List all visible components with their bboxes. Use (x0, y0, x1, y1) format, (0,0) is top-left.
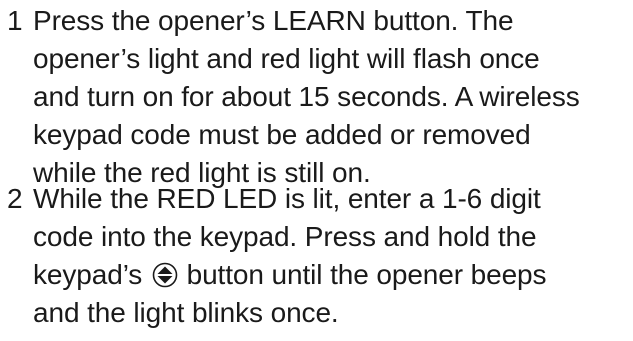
step-2: 2 While the RED LED is lit, enter a 1-6 … (0, 180, 633, 332)
step-text-segment: button until the opener beeps (186, 259, 547, 290)
step-text-segment: keypad’s (33, 259, 143, 290)
step-text-line: opener’s light and red light will flash … (33, 43, 540, 74)
step-text-line-with-icon: keypad’s button until the opener beeps (0, 256, 633, 294)
step-text-line: and the light blinks once. (33, 297, 339, 328)
step-text-line: and turn on for about 15 seconds. A wire… (33, 81, 580, 112)
step-1: 1 Press the opener’s LEARN button. The o… (0, 2, 633, 192)
step-text-line: code into the keypad. Press and hold the (33, 221, 537, 252)
step-text-line: While the RED LED is lit, enter a 1-6 di… (33, 183, 541, 214)
step-text-line: Press the opener’s LEARN button. The (33, 5, 514, 36)
step-text-line: keypad code must be added or removed (33, 119, 531, 150)
instructions-document: 1 Press the opener’s LEARN button. The o… (0, 0, 633, 341)
step-number: 1 (7, 5, 23, 36)
step-number: 2 (7, 183, 23, 214)
keypad-enter-icon (152, 262, 178, 288)
